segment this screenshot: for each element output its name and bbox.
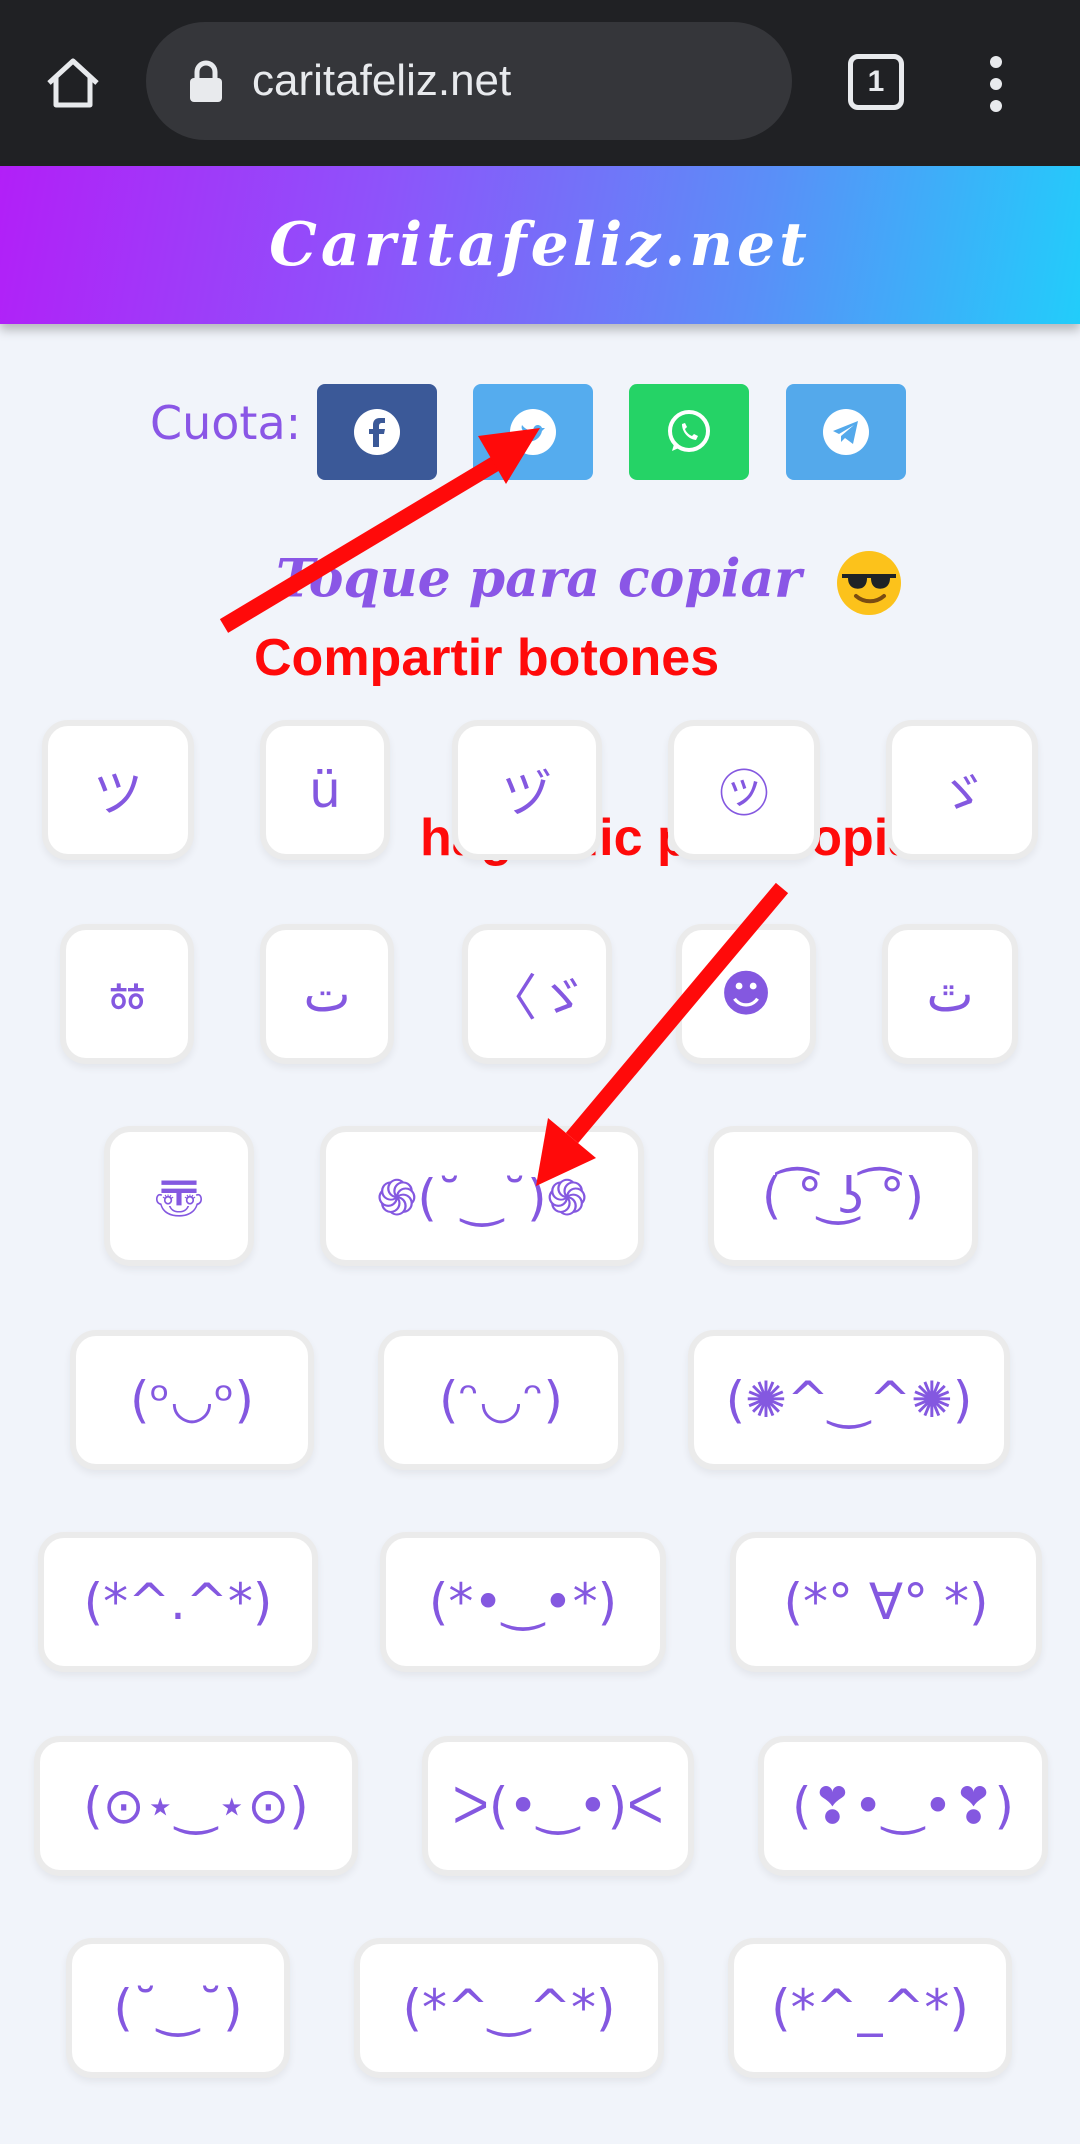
facebook-icon [354,409,400,455]
telegram-share-button[interactable] [786,384,906,480]
kaomoji-card[interactable]: (˘‿˘) [66,1938,290,2078]
lock-icon [190,60,222,102]
share-buttons-annotation: Compartir botones [254,629,720,687]
tap-to-copy-heading: Toque para copiar [276,548,904,618]
whatsapp-share-button[interactable] [629,384,749,480]
kaomoji-card[interactable]: (⊙⋆‿⋆⊙) [34,1736,358,1876]
kaomoji-card[interactable]: ( ͡° ͜ʖ ͡°) [708,1126,978,1266]
more-options-icon[interactable] [976,54,1016,114]
kaomoji-card[interactable]: (❣•‿•❣) [758,1736,1048,1876]
home-icon[interactable] [38,48,108,118]
kaomoji-card[interactable]: (✺^‿^✺) [688,1330,1010,1470]
address-bar[interactable]: caritafeliz.net [146,22,792,140]
browser-toolbar: caritafeliz.net 1 [0,0,1080,166]
site-header: Caritafeliz.net [0,166,1080,324]
kaomoji-card[interactable]: (ᵒ◡ᵒ) [70,1330,314,1470]
kaomoji-card[interactable]: 〠 [104,1126,254,1266]
kaomoji-card[interactable]: ☻ [676,924,816,1064]
kaomoji-card[interactable]: (*^‿^*) [354,1938,664,2078]
kaomoji-card[interactable]: ツ [42,720,194,860]
kaomoji-card[interactable]: ֍(˘‿˘)֍ [320,1126,644,1266]
kaomoji-card[interactable]: ت [260,924,394,1064]
kaomoji-card[interactable]: ㆅ [60,924,194,1064]
twitter-share-button[interactable] [473,384,593,480]
kaomoji-card[interactable]: (*•‿•*) [380,1532,666,1672]
url-text: caritafeliz.net [252,56,512,105]
share-label: Cuota: [150,396,302,450]
kaomoji-card[interactable]: ㋡ [668,720,820,860]
tab-switcher-button[interactable]: 1 [848,54,904,110]
whatsapp-icon [668,410,710,452]
site-title[interactable]: Caritafeliz.net [269,210,811,280]
kaomoji-card[interactable]: (ᵔ◡ᵔ) [378,1330,624,1470]
sunglasses-emoji-icon [836,551,901,615]
kaomoji-card[interactable]: ゞ [886,720,1038,860]
kaomoji-card[interactable]: (*^_^*) [728,1938,1012,2078]
kaomoji-card[interactable]: 〈ゞ [462,924,612,1064]
twitter-icon [510,409,556,455]
kaomoji-card[interactable]: ᐳ(•‿•)ᐸ [422,1736,694,1876]
facebook-share-button[interactable] [317,384,437,480]
kaomoji-card[interactable]: ü [260,720,390,860]
telegram-icon [823,409,869,455]
kaomoji-card[interactable]: (*° ∀° *) [730,1532,1042,1672]
heading-text: Toque para copiar [276,548,802,610]
kaomoji-card[interactable]: (*^.^*) [38,1532,318,1672]
kaomoji-card[interactable]: ٿ [882,924,1018,1064]
kaomoji-card[interactable]: ヅ [452,720,602,860]
